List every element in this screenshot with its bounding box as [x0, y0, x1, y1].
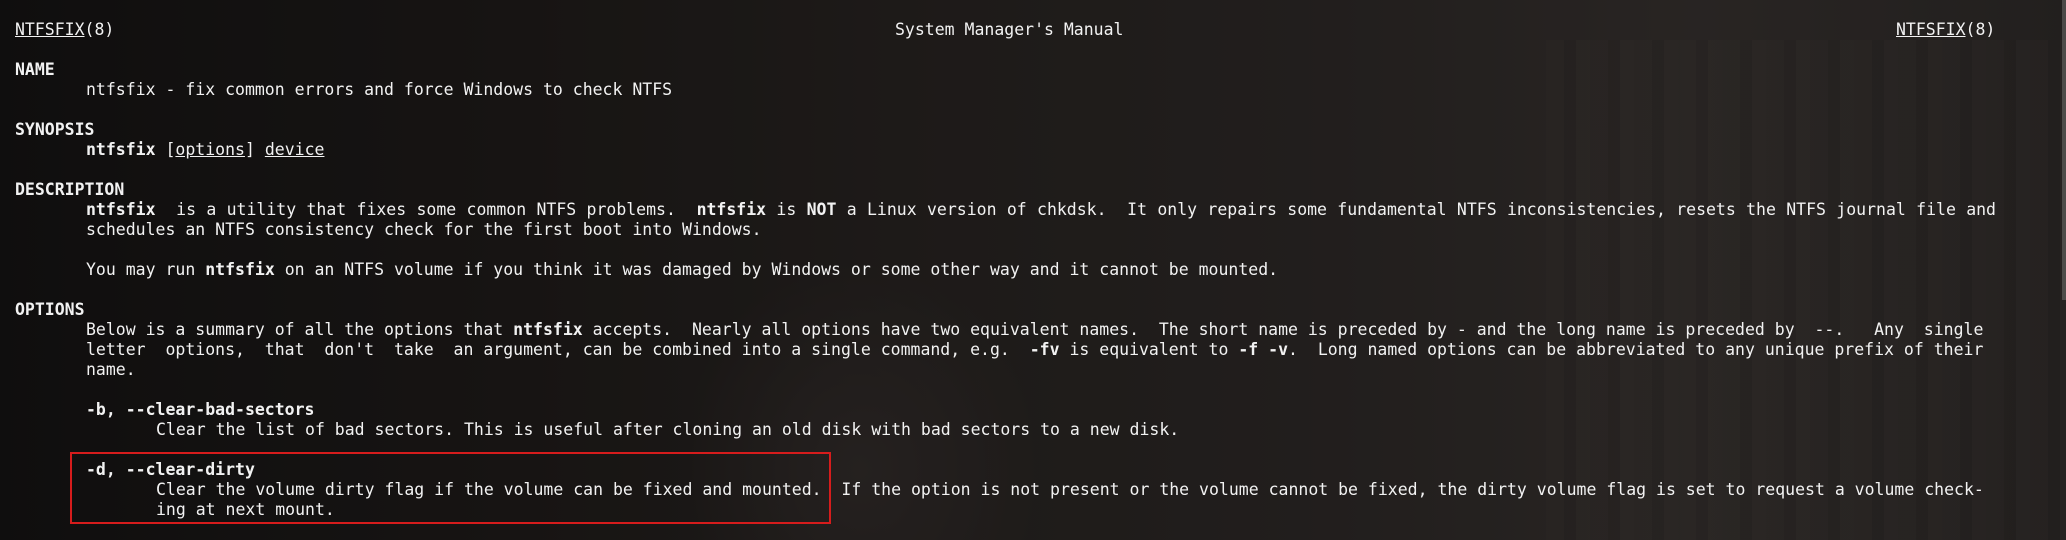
description-paragraph-1-line-2: schedules an NTFS consistency check for …	[86, 220, 762, 239]
option-clear-bad-sectors-desc: Clear the list of bad sectors. This is u…	[156, 420, 1180, 439]
options-intro-l2-text-c: . Long named options can be abbreviated …	[1288, 340, 1984, 359]
description-text-a: is a utility that fixes some common NTFS…	[155, 200, 697, 219]
synopsis-bracket-close: ]	[244, 140, 255, 159]
description-command-2: ntfsfix	[696, 200, 767, 219]
options-intro-line-3: name.	[86, 360, 136, 379]
synopsis-command: ntfsfix	[86, 140, 156, 159]
description-p2-text-b: on an NTFS volume if you think it was da…	[274, 260, 1279, 279]
description-p2-command: ntfsfix	[205, 260, 275, 279]
description-command: ntfsfix	[86, 200, 156, 219]
description-p2-text-a: You may run	[86, 260, 206, 279]
section-heading-description: DESCRIPTION	[15, 180, 125, 199]
synopsis-bracket-open: [	[165, 140, 176, 159]
section-heading-options: OPTIONS	[15, 300, 85, 319]
highlight-box	[70, 452, 831, 524]
description-text-b: is	[766, 200, 807, 219]
man-header-left: NTFSFIX(8)	[15, 20, 114, 40]
synopsis-options: options	[175, 140, 245, 159]
man-header-right-name: NTFSFIX	[1896, 20, 1966, 39]
options-intro-l2-text-a: letter options, that don't take an argum…	[86, 340, 1030, 359]
scrollbar-thumb[interactable]	[2062, 0, 2066, 300]
man-header-left-section: (8)	[84, 20, 115, 39]
man-header-left-name: NTFSFIX	[15, 20, 85, 39]
description-paragraph-1-line-1: ntfsfix is a utility that fixes some com…	[86, 200, 1996, 220]
description-paragraph-2: You may run ntfsfix on an NTFS volume if…	[86, 260, 1278, 280]
synopsis-space	[156, 140, 166, 159]
man-header-center: System Manager's Manual	[895, 20, 1124, 39]
options-intro-l2-text-b: is equivalent to	[1059, 340, 1239, 359]
man-header-right-section: (8)	[1965, 20, 1996, 39]
description-text-c: a Linux version of chkdsk. It only repai…	[836, 200, 1996, 219]
options-intro-text-a: Below is a summary of all the options th…	[86, 320, 514, 339]
synopsis-device: device	[264, 140, 325, 159]
description-not: NOT	[806, 200, 837, 219]
synopsis-space-2	[255, 140, 265, 159]
name-text: ntfsfix - fix common errors and force Wi…	[86, 80, 673, 99]
options-intro-text-b: accepts. Nearly all options have two equ…	[582, 320, 1984, 339]
options-intro-line-2: letter options, that don't take an argum…	[86, 340, 1983, 360]
options-intro-fv: -fv	[1029, 340, 1060, 359]
section-heading-name: NAME	[15, 60, 55, 79]
synopsis-line: ntfsfix [options] device	[86, 140, 324, 160]
man-header-right: NTFSFIX(8)	[1896, 20, 1995, 40]
options-intro-line-1: Below is a summary of all the options th…	[86, 320, 1983, 340]
options-intro-f-v: -f -v	[1238, 340, 1289, 359]
section-heading-synopsis: SYNOPSIS	[15, 120, 95, 139]
options-intro-command: ntfsfix	[513, 320, 583, 339]
option-clear-bad-sectors-flag: -b, --clear-bad-sectors	[86, 400, 315, 419]
